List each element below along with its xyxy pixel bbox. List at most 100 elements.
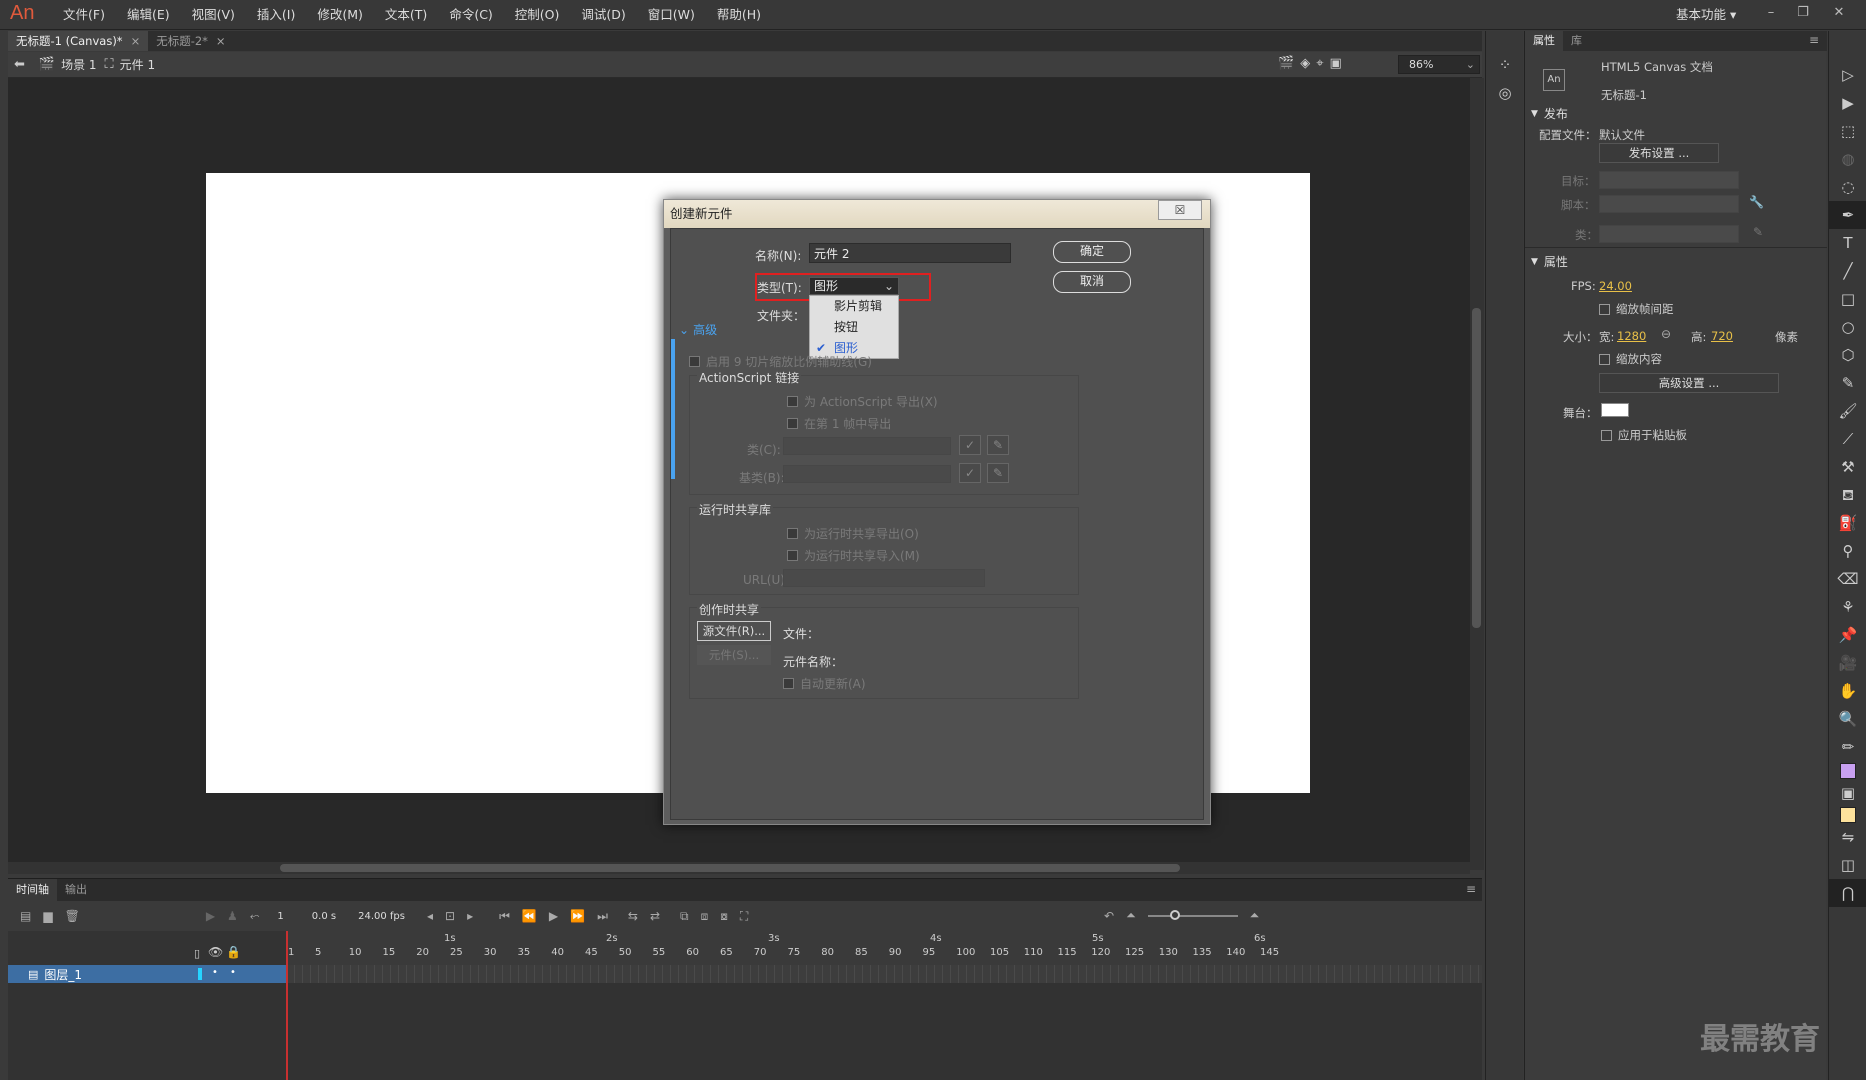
close-tab-icon[interactable]: ×: [216, 31, 226, 51]
fps-value[interactable]: 24.00: [1599, 279, 1632, 293]
menu-debug[interactable]: 调试(D): [570, 0, 636, 30]
width-value[interactable]: 1280: [1617, 329, 1646, 343]
checkbox[interactable]: [787, 550, 798, 561]
bone-tool-icon[interactable]: ⚒: [1829, 453, 1866, 481]
menu-file[interactable]: 文件(F): [52, 0, 116, 30]
width-tool-icon[interactable]: ⚘: [1829, 593, 1866, 621]
camera-tool-icon[interactable]: 🎥: [1829, 649, 1866, 677]
publish-settings-button[interactable]: 发布设置 ...: [1599, 143, 1719, 163]
back-arrow-icon[interactable]: ⬅: [14, 57, 25, 72]
paint-brush-tool-icon[interactable]: 🖌: [1829, 397, 1866, 425]
source-file-button[interactable]: 源文件(R)...: [697, 621, 771, 641]
modify-markers-icon[interactable]: ⛶: [740, 909, 748, 924]
shrink-icon[interactable]: ⏶: [1126, 908, 1136, 923]
keyframe-icon[interactable]: ⊡: [445, 909, 455, 923]
text-tool-icon[interactable]: T: [1829, 229, 1866, 257]
center-frame-icon[interactable]: ⇄: [650, 909, 660, 923]
rectangle-tool-icon[interactable]: □: [1829, 285, 1866, 313]
next-keyframe-icon[interactable]: ▸: [467, 909, 473, 923]
layer-color-swatch[interactable]: [198, 968, 202, 980]
symbol-button[interactable]: 元件(S)...: [697, 645, 771, 665]
import-runtime-checkbox[interactable]: 为运行时共享导入(M): [787, 547, 920, 564]
hand-tool-icon[interactable]: ✋: [1829, 677, 1866, 705]
edit-symbols-icon[interactable]: ◈: [1300, 56, 1310, 71]
swap-colors-icon[interactable]: ⇋: [1829, 823, 1866, 851]
ok-button[interactable]: 确定: [1053, 241, 1131, 263]
wrench-icon[interactable]: 🔧: [1749, 195, 1764, 209]
panel-menu-icon[interactable]: ≡: [1809, 33, 1819, 47]
timeline-zoom-slider[interactable]: [1147, 909, 1238, 920]
edit-base-class-icon[interactable]: ✎: [987, 463, 1009, 483]
lock-icon[interactable]: 🔒: [226, 945, 241, 959]
camera-icon[interactable]: ▶: [206, 909, 215, 923]
slider-handle[interactable]: [1169, 909, 1180, 920]
height-value[interactable]: 720: [1711, 329, 1733, 343]
doc-tab-2[interactable]: 无标题-2* ×: [148, 31, 233, 51]
last-frame-icon[interactable]: ⏭: [597, 909, 608, 924]
url-input[interactable]: [783, 569, 985, 587]
menu-insert[interactable]: 插入(I): [246, 0, 306, 30]
prev-keyframe-icon[interactable]: ◂: [427, 909, 433, 923]
auto-update-checkbox[interactable]: 自动更新(A): [783, 675, 866, 692]
class-input[interactable]: [1599, 225, 1739, 243]
tab-timeline[interactable]: 时间轴: [8, 879, 57, 901]
oval-tool-icon[interactable]: ○: [1829, 313, 1866, 341]
selection-tool-icon[interactable]: ▷: [1829, 61, 1866, 89]
checkbox[interactable]: [1601, 429, 1612, 441]
layer-name[interactable]: 图层_1: [44, 966, 82, 983]
3d-rotation-tool-icon[interactable]: ◍: [1829, 145, 1866, 173]
stage-color-swatch[interactable]: [1601, 403, 1629, 417]
step-forward-icon[interactable]: ⏩: [570, 909, 585, 923]
name-input[interactable]: 元件 2: [809, 243, 1011, 263]
menu-modify[interactable]: 修改(M): [306, 0, 374, 30]
close-tab-icon[interactable]: ×: [131, 31, 141, 51]
breadcrumb-symbol[interactable]: 元件 1: [120, 56, 155, 73]
eraser-tool-icon[interactable]: ⌫: [1829, 565, 1866, 593]
zoom-tool-icon[interactable]: 🔍: [1829, 705, 1866, 733]
visible-dot-icon[interactable]: •: [212, 967, 218, 978]
motion-presets-icon[interactable]: ⁘: [1486, 51, 1524, 79]
horizontal-scrollbar[interactable]: [8, 862, 1470, 874]
base-class-input[interactable]: [783, 465, 951, 483]
menu-help[interactable]: 帮助(H): [706, 0, 772, 30]
vertical-scroll-thumb[interactable]: [1472, 308, 1481, 628]
edit-multiple-icon[interactable]: ⧇: [720, 909, 728, 924]
polystar-tool-icon[interactable]: ⬡: [1829, 341, 1866, 369]
current-frame[interactable]: 1: [277, 911, 283, 922]
eye-icon[interactable]: 👁: [208, 945, 223, 959]
horizontal-scroll-thumb[interactable]: [280, 864, 1180, 872]
script-select[interactable]: [1599, 195, 1739, 213]
center-stage-icon[interactable]: ⌖: [1316, 56, 1323, 71]
menu-commands[interactable]: 命令(C): [438, 0, 503, 30]
properties-section-header[interactable]: ▼ 属性: [1531, 253, 1568, 270]
panel-menu-icon[interactable]: ≡: [1466, 882, 1476, 896]
snap-magnet-icon[interactable]: ⋂: [1829, 879, 1866, 907]
highlight-icon[interactable]: ▯: [194, 947, 200, 960]
ink-bottle-tool-icon[interactable]: ⛽: [1829, 509, 1866, 537]
workspace-switcher[interactable]: 基本功能 ▾: [1676, 0, 1736, 30]
frame-row[interactable]: [286, 965, 1482, 983]
validate-base-class-icon[interactable]: ✓: [959, 463, 981, 483]
checkbox[interactable]: [689, 356, 700, 367]
checkbox[interactable]: [1599, 353, 1610, 365]
zoom-select[interactable]: 86% ⌄: [1398, 55, 1480, 74]
scale-spans-checkbox[interactable]: 缩放帧间距: [1599, 301, 1674, 317]
export-frame1-checkbox[interactable]: 在第 1 帧中导出: [787, 415, 891, 432]
checkbox[interactable]: [787, 418, 798, 429]
doc-tab-1[interactable]: 无标题-1 (Canvas)* ×: [8, 31, 149, 51]
export-as-checkbox[interactable]: 为 ActionScript 导出(X): [787, 393, 938, 410]
loop-icon[interactable]: ⇆: [628, 909, 638, 923]
menu-view[interactable]: 视图(V): [181, 0, 246, 30]
menu-text[interactable]: 文本(T): [374, 0, 438, 30]
link-icon[interactable]: ⊖: [1661, 327, 1671, 341]
checkbox[interactable]: [1599, 303, 1610, 315]
lasso-tool-icon[interactable]: ◌: [1829, 173, 1866, 201]
apply-pasteboard-checkbox[interactable]: 应用于粘贴板: [1601, 427, 1687, 443]
edit-class-icon[interactable]: ✎: [987, 435, 1009, 455]
stroke-color-icon[interactable]: ✏: [1829, 733, 1866, 761]
onion-outline-icon[interactable]: ⧈: [701, 909, 709, 924]
advanced-toggle[interactable]: ⌄ 高级: [679, 321, 717, 338]
line-tool-icon[interactable]: ╱: [1829, 257, 1866, 285]
subselection-tool-icon[interactable]: ▶: [1829, 89, 1866, 117]
lock-dot-icon[interactable]: •: [230, 967, 236, 978]
